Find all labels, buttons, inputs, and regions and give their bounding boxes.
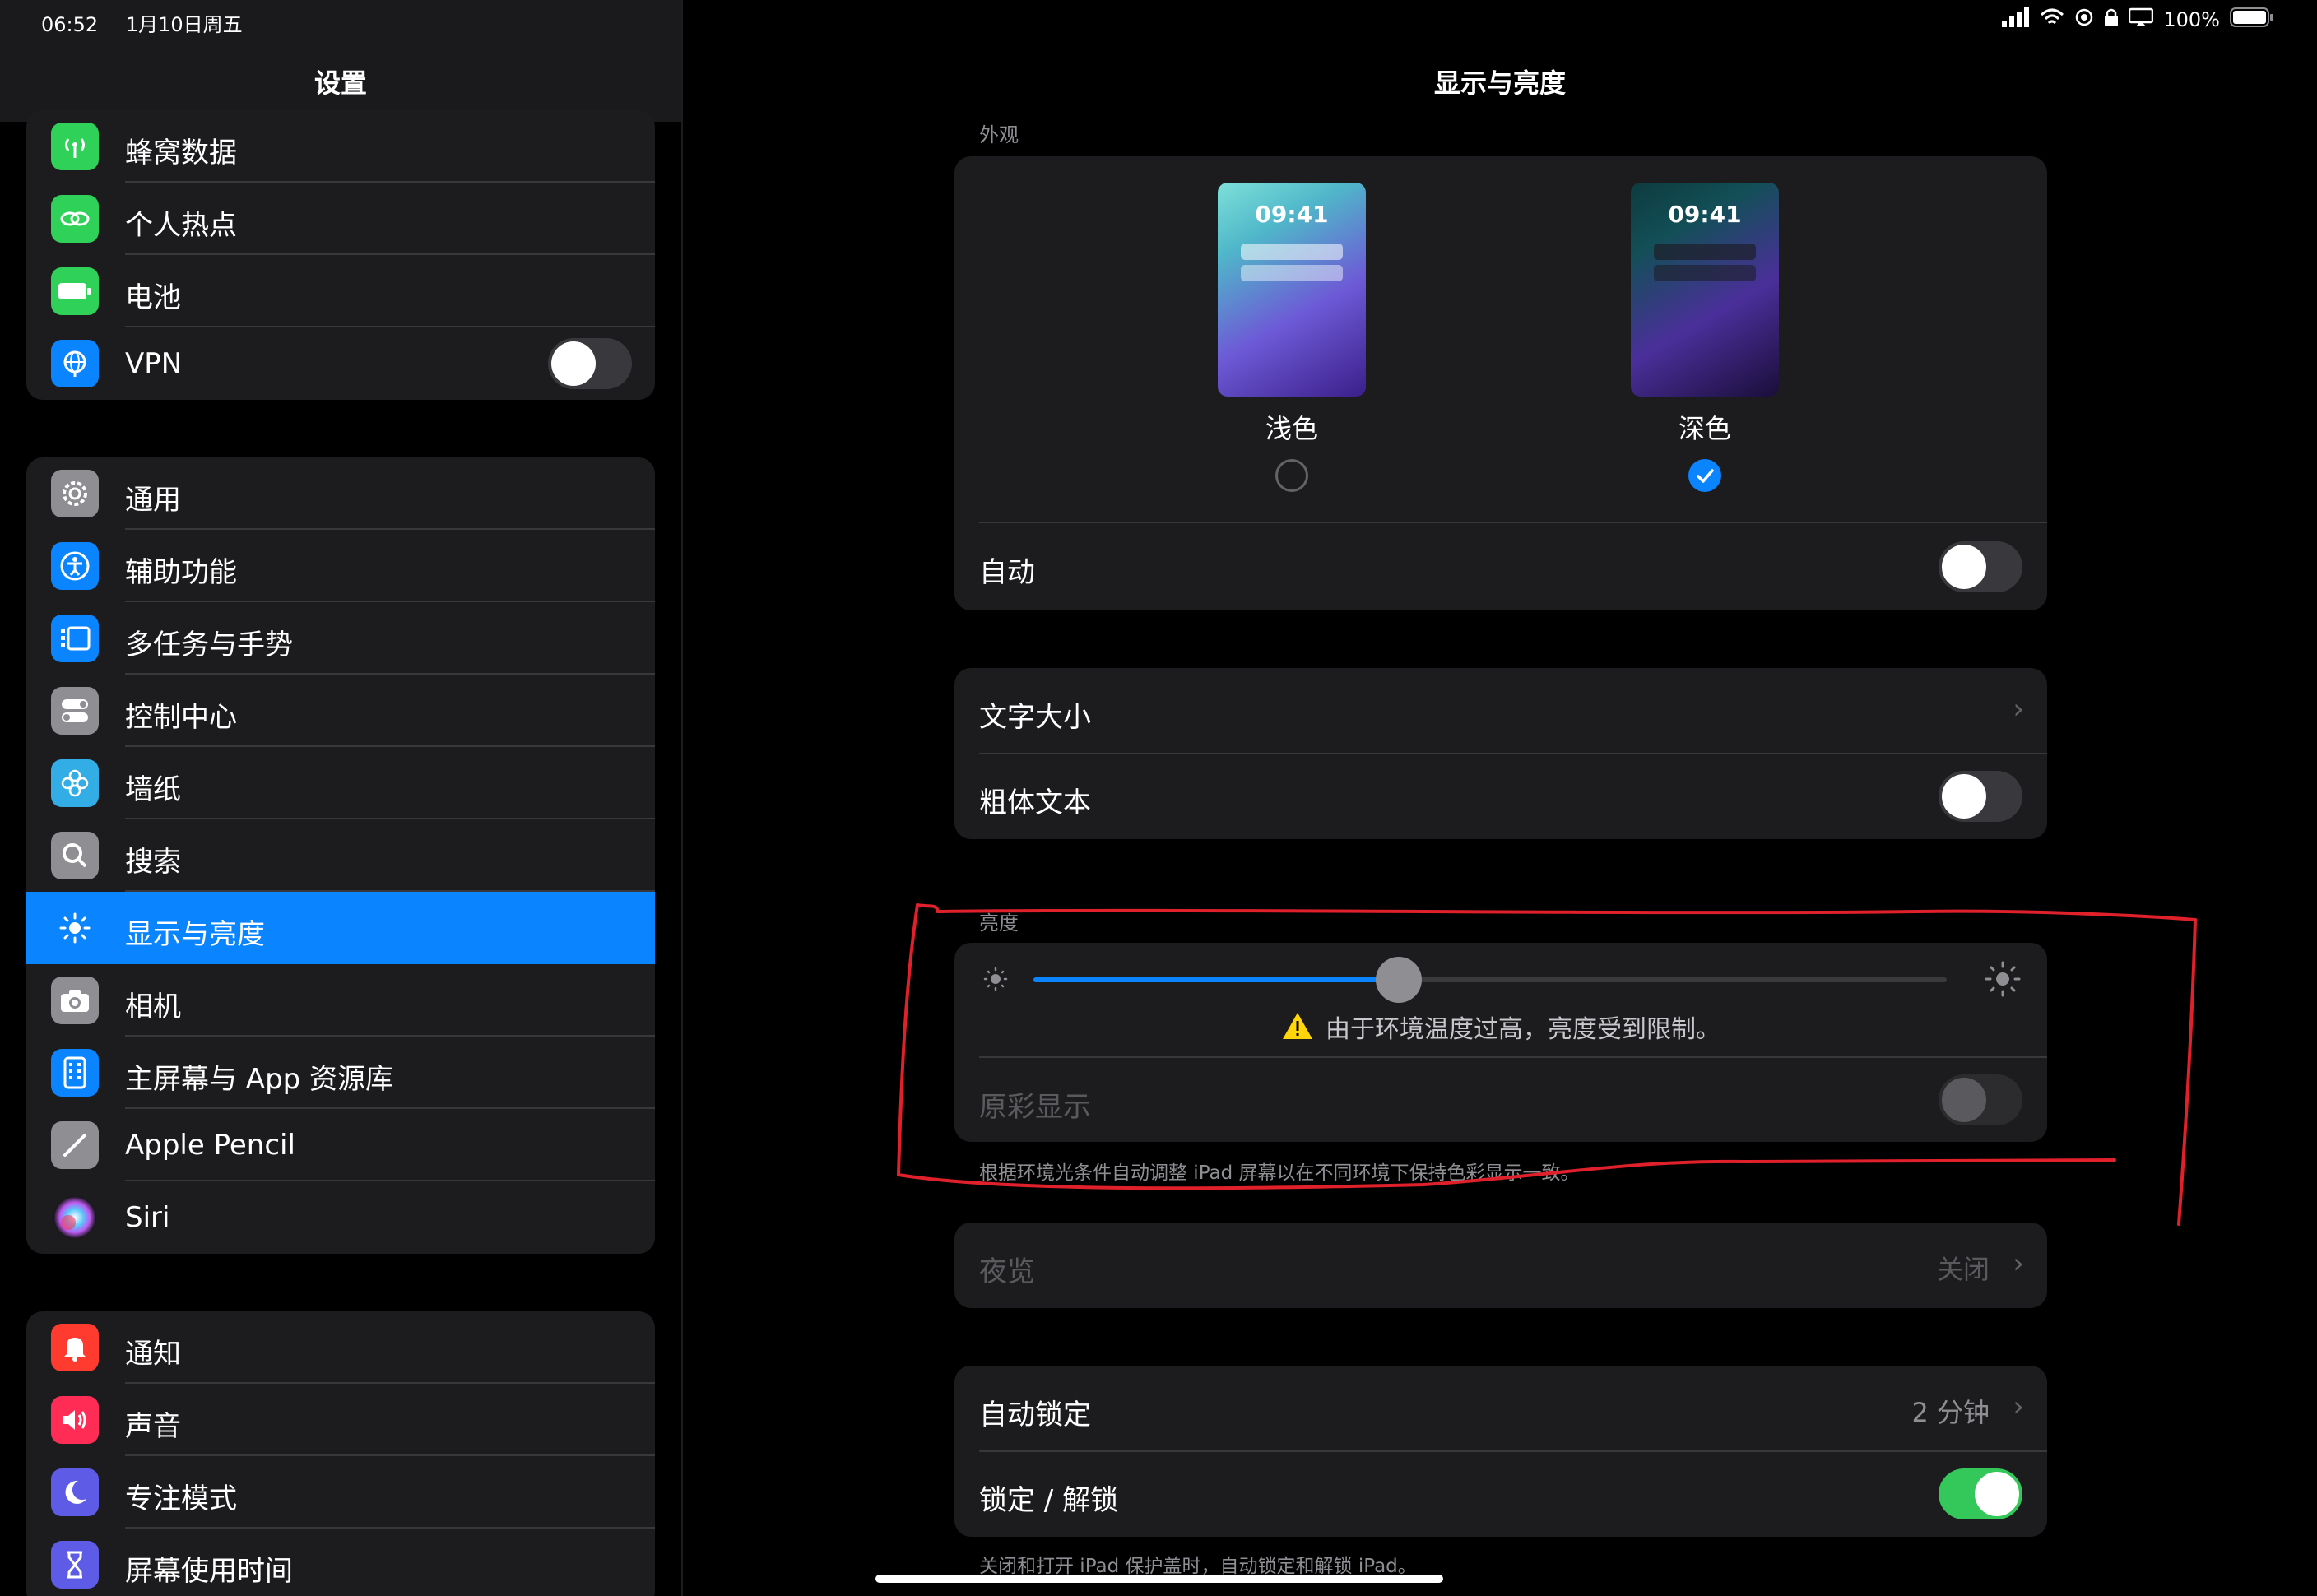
moon-icon bbox=[51, 1468, 99, 1516]
flower-icon bbox=[51, 759, 99, 807]
sidebar-item-label: 电池 bbox=[125, 281, 181, 314]
sidebar-item-label: VPN bbox=[125, 347, 183, 380]
battery-percent: 100% bbox=[2163, 8, 2220, 31]
sidebar-item-general[interactable]: 通用 bbox=[26, 457, 655, 530]
sidebar-item-camera[interactable]: 相机 bbox=[26, 964, 655, 1037]
sidebar-item-apple-pencil[interactable]: Apple Pencil bbox=[26, 1109, 655, 1181]
status-time-text: 06:52 bbox=[41, 13, 99, 36]
status-time: 06:52 1月10日周五 bbox=[41, 8, 243, 37]
accessibility-icon bbox=[51, 542, 99, 590]
search-icon bbox=[51, 832, 99, 879]
globe-icon bbox=[51, 340, 99, 387]
sidebar-item-label: 屏幕使用时间 bbox=[125, 1555, 293, 1588]
sidebar-item-control-center[interactable]: 控制中心 bbox=[26, 675, 655, 747]
wifi-icon bbox=[2040, 7, 2064, 32]
siri-icon bbox=[51, 1194, 99, 1241]
speaker-icon bbox=[51, 1396, 99, 1444]
sidebar-item-multitasking[interactable]: 多任务与手势 bbox=[26, 602, 655, 675]
sidebar-item-display-brightness[interactable]: 显示与亮度 bbox=[26, 892, 655, 964]
sidebar-item-label: 显示与亮度 bbox=[125, 918, 265, 951]
red-annotation-outline bbox=[896, 903, 2197, 1226]
sidebar-item-label: Siri bbox=[125, 1201, 170, 1234]
sidebar-item-label: 专注模式 bbox=[125, 1482, 237, 1515]
antenna-icon bbox=[51, 123, 99, 170]
sidebar: 06:52 1月10日周五 设置 蜂窝数据 个人热点 电池 VPN 通用 辅助功… bbox=[0, 0, 683, 1596]
sidebar-item-screen-time[interactable]: 屏幕使用时间 bbox=[26, 1529, 655, 1596]
toggle-knob bbox=[551, 341, 596, 386]
home-screen-icon bbox=[51, 1049, 99, 1097]
sidebar-item-search[interactable]: 搜索 bbox=[26, 819, 655, 892]
sidebar-group-general: 通用 辅助功能 多任务与手势 控制中心 墙纸 搜索 显示与亮度 相机 主屏幕与 … bbox=[26, 457, 655, 1254]
sidebar-item-label: 通用 bbox=[125, 484, 181, 517]
sidebar-item-battery[interactable]: 电池 bbox=[26, 255, 655, 327]
sidebar-item-sounds[interactable]: 声音 bbox=[26, 1384, 655, 1456]
sidebar-item-label: 个人热点 bbox=[125, 209, 237, 242]
sidebar-item-accessibility[interactable]: 辅助功能 bbox=[26, 530, 655, 602]
location-icon bbox=[2074, 7, 2094, 32]
hotspot-icon bbox=[51, 195, 99, 243]
home-indicator[interactable] bbox=[875, 1575, 1443, 1583]
page-title: 显示与亮度 bbox=[1433, 67, 1566, 99]
hourglass-icon bbox=[51, 1541, 99, 1589]
sidebar-item-label: 主屏幕与 App 资源库 bbox=[125, 1063, 394, 1096]
lock-icon bbox=[2104, 7, 2119, 32]
battery-indicator-icon bbox=[2230, 7, 2274, 33]
sidebar-item-siri[interactable]: Siri bbox=[26, 1181, 655, 1254]
status-indicators: 100% bbox=[2002, 7, 2274, 33]
sidebar-item-vpn[interactable]: VPN bbox=[26, 327, 655, 400]
sidebar-title: 设置 bbox=[313, 67, 367, 99]
sidebar-item-label: 蜂窝数据 bbox=[125, 137, 237, 169]
gear-icon bbox=[51, 470, 99, 517]
sidebar-group-notifications: 通知 声音 专注模式 屏幕使用时间 bbox=[26, 1311, 655, 1596]
sidebar-item-label: 声音 bbox=[125, 1410, 181, 1443]
sidebar-item-label: 搜索 bbox=[125, 846, 181, 879]
pencil-icon bbox=[51, 1121, 99, 1169]
battery-icon bbox=[51, 267, 99, 315]
sidebar-item-wallpaper[interactable]: 墙纸 bbox=[26, 747, 655, 819]
sidebar-item-label: 控制中心 bbox=[125, 701, 237, 734]
sidebar-item-label: 辅助功能 bbox=[125, 556, 237, 589]
vpn-toggle[interactable] bbox=[548, 338, 632, 389]
sidebar-header: 06:52 1月10日周五 设置 bbox=[0, 0, 681, 122]
sidebar-item-focus[interactable]: 专注模式 bbox=[26, 1456, 655, 1529]
detail-header: 100% 显示与亮度 bbox=[683, 0, 2317, 122]
control-center-icon bbox=[51, 687, 99, 735]
sidebar-item-label: 相机 bbox=[125, 991, 181, 1023]
sidebar-group-connectivity: 蜂窝数据 个人热点 电池 VPN bbox=[26, 110, 655, 400]
sidebar-item-label: Apple Pencil bbox=[125, 1129, 295, 1162]
bell-icon bbox=[51, 1324, 99, 1371]
detail-pane: 100% 显示与亮度 外观 09:41 09:41 浅色 深色 自动 文字大小 … bbox=[683, 0, 2317, 1596]
multitask-icon bbox=[51, 615, 99, 662]
sidebar-item-notifications[interactable]: 通知 bbox=[26, 1311, 655, 1384]
sun-icon bbox=[51, 904, 99, 952]
screen-mirroring-icon bbox=[2129, 7, 2154, 32]
sidebar-item-label: 通知 bbox=[125, 1338, 181, 1371]
sidebar-item-home-screen[interactable]: 主屏幕与 App 资源库 bbox=[26, 1037, 655, 1109]
sidebar-item-hotspot[interactable]: 个人热点 bbox=[26, 183, 655, 255]
status-date: 1月10日周五 bbox=[125, 13, 243, 36]
camera-icon bbox=[51, 977, 99, 1024]
sidebar-item-label: 多任务与手势 bbox=[125, 629, 293, 661]
sidebar-item-label: 墙纸 bbox=[125, 773, 181, 806]
signal-icon bbox=[2002, 7, 2030, 32]
